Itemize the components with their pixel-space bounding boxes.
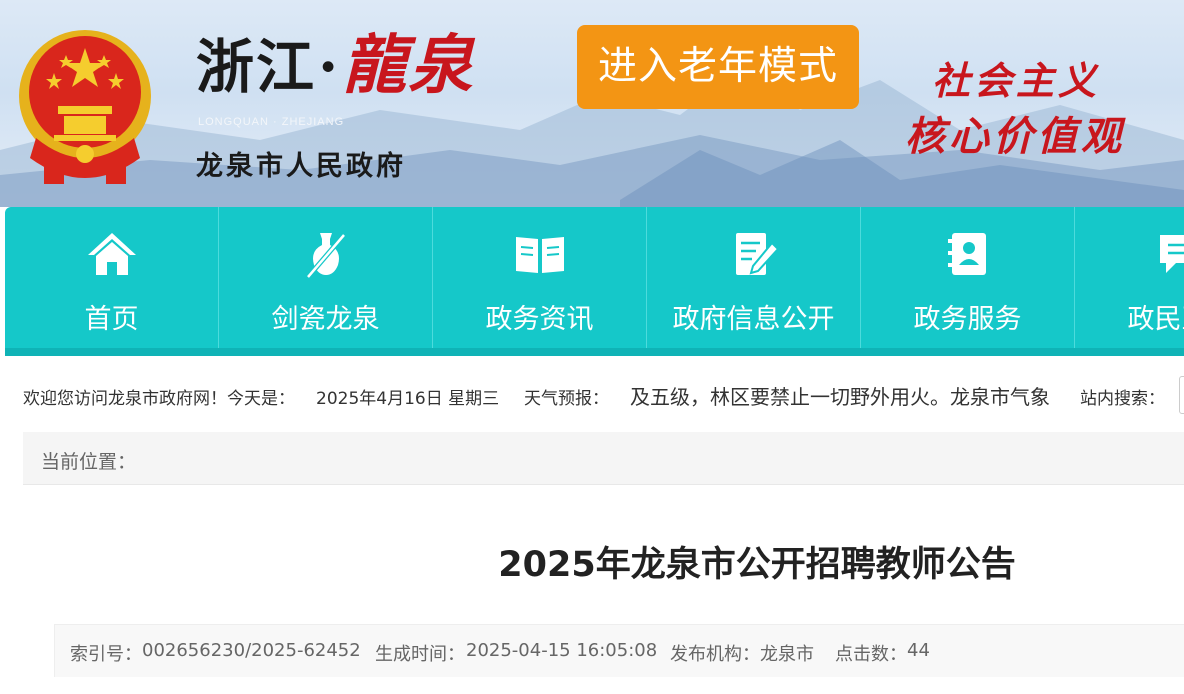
document-pen-icon xyxy=(735,233,779,275)
site-name-longquan: 龍泉 xyxy=(342,28,475,103)
article-title: 2025年龙泉市公开招聘教师公告 xyxy=(498,545,1016,585)
open-book-icon xyxy=(515,237,564,273)
current-date: 2025年4月16日 星期三 xyxy=(316,389,500,409)
nav-label: 政府信息公开 xyxy=(672,304,835,335)
breadcrumb: 当前位置： xyxy=(23,432,1184,485)
main-nav: 首页 剑瓷龙泉 政务资讯 政府信息公开 政务服务 政民 xyxy=(5,207,1184,354)
site-name-zhejiang: 浙江 xyxy=(196,33,317,101)
clicks-label: 点击数： xyxy=(835,644,907,665)
nav-item-jianci-longquan[interactable]: 剑瓷龙泉 xyxy=(219,207,433,348)
created-label: 生成时间： xyxy=(375,644,465,665)
welcome-text: 欢迎您访问龙泉市政府网！今天是： xyxy=(23,389,295,409)
elder-mode-button[interactable]: 进入老年模式 xyxy=(577,25,859,109)
nav-item-info-disclosure[interactable]: 政府信息公开 xyxy=(647,207,861,348)
nav-item-interaction[interactable]: 政民互动 xyxy=(1075,207,1184,348)
weather-ticker[interactable]: 及五级，林区要禁止一切野外用火。龙泉市气象 xyxy=(630,381,1050,410)
index-value: 002656230/2025-62452 xyxy=(142,640,361,661)
sword-vase-icon xyxy=(305,233,346,279)
chat-bubble-icon xyxy=(1159,235,1184,273)
clicks-value: 44 xyxy=(907,640,930,661)
national-emblem-icon xyxy=(19,30,151,184)
nav-label: 首页 xyxy=(84,304,139,335)
home-icon xyxy=(87,233,136,275)
slogan-line-1: 社会主义 xyxy=(932,58,1101,103)
created-value: 2025-04-15 16:05:08 xyxy=(466,640,658,661)
site-logo-text[interactable]: 浙江·龍泉 xyxy=(196,26,474,106)
nav-label: 政务服务 xyxy=(913,304,1022,335)
info-bar: 欢迎您访问龙泉市政府网！今天是： 2025年4月16日 星期三 天气预报： 及五… xyxy=(0,356,1184,428)
weather-label: 天气预报： xyxy=(524,389,609,409)
nav-item-home[interactable]: 首页 xyxy=(5,207,219,348)
index-label: 索引号： xyxy=(70,644,142,665)
contact-book-icon xyxy=(947,233,986,275)
search-label: 站内搜索： xyxy=(1080,389,1165,409)
publisher-value: 龙泉市 xyxy=(760,644,814,665)
nav-bottom-strip xyxy=(5,348,1184,356)
site-name-dot: · xyxy=(318,33,341,101)
site-subtitle: 龙泉市人民政府 xyxy=(196,151,406,182)
nav-label: 政务资讯 xyxy=(485,304,594,335)
slogan-line-2: 核心价值观 xyxy=(905,113,1125,160)
breadcrumb-label: 当前位置： xyxy=(41,451,137,473)
header-banner: 浙江·龍泉 LONGQUAN · ZHEJIANG 龙泉市人民政府 进入老年模式… xyxy=(0,0,1184,207)
nav-label: 政民互动 xyxy=(1127,304,1184,335)
nav-label: 剑瓷龙泉 xyxy=(271,304,380,335)
site-pinyin: LONGQUAN · ZHEJIANG xyxy=(198,116,345,128)
publisher-label: 发布机构： xyxy=(670,644,760,665)
nav-item-gov-service[interactable]: 政务服务 xyxy=(861,207,1075,348)
site-search-input[interactable] xyxy=(1179,376,1184,414)
nav-item-news[interactable]: 政务资讯 xyxy=(433,207,647,348)
article-meta: 索引号： 002656230/2025-62452 生成时间： 2025-04-… xyxy=(54,624,1184,677)
